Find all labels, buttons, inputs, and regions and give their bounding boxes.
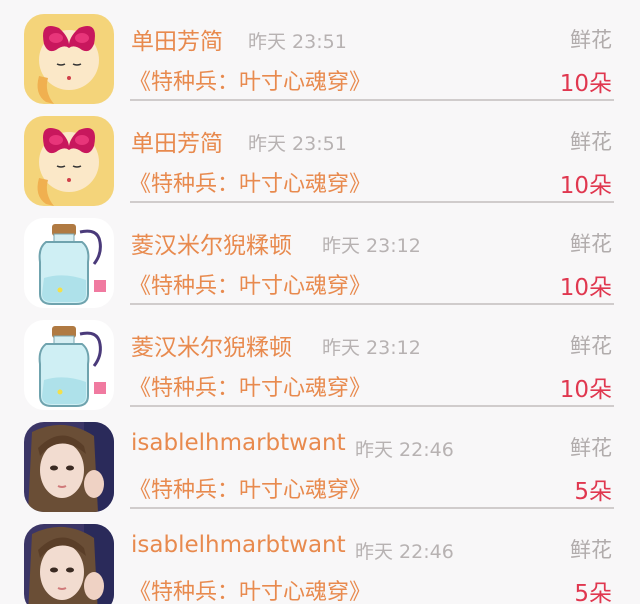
sender-name[interactable]: 菱汉米尔猊糅顿 [131, 226, 292, 260]
gift-type-label: 鲜花 [570, 232, 612, 256]
photo-girl-avatar[interactable] [24, 422, 114, 512]
gift-type-label: 鲜花 [570, 538, 612, 562]
row-divider [130, 201, 614, 203]
sender-name[interactable]: 单田芳简 [131, 124, 223, 158]
gift-record-row[interactable]: 菱汉米尔猊糅顿 昨天 23:12 鲜花 《特种兵：叶寸心魂穿》 10朵 [0, 204, 640, 308]
glass-bottle-avatar[interactable] [24, 218, 114, 308]
book-title[interactable]: 《特种兵：叶寸心魂穿》 [129, 166, 371, 198]
row-divider [130, 99, 614, 101]
gift-type-label: 鲜花 [570, 130, 612, 154]
gift-count: 10朵 [559, 173, 612, 199]
cartoon-girl-avatar[interactable] [24, 14, 114, 104]
gift-count: 10朵 [559, 377, 612, 403]
book-title[interactable]: 《特种兵：叶寸心魂穿》 [129, 370, 371, 402]
gift-count: 5朵 [574, 581, 612, 604]
send-time: 昨天 23:51 [248, 31, 347, 53]
gift-record-row[interactable]: 菱汉米尔猊糅顿 昨天 23:12 鲜花 《特种兵：叶寸心魂穿》 10朵 [0, 306, 640, 410]
gift-record-row[interactable]: isablelhmarbtwant 昨天 22:46 鲜花 《特种兵：叶寸心魂穿… [0, 510, 640, 604]
glass-bottle-avatar[interactable] [24, 320, 114, 410]
book-title[interactable]: 《特种兵：叶寸心魂穿》 [129, 268, 371, 300]
cartoon-girl-avatar[interactable] [24, 116, 114, 206]
sender-name[interactable]: 单田芳简 [131, 22, 223, 56]
send-time: 昨天 23:12 [322, 235, 421, 257]
gift-record-row[interactable]: 单田芳简 昨天 23:51 鲜花 《特种兵：叶寸心魂穿》 10朵 [0, 102, 640, 206]
send-time: 昨天 22:46 [355, 541, 454, 563]
gift-count: 10朵 [559, 71, 612, 97]
book-title[interactable]: 《特种兵：叶寸心魂穿》 [129, 64, 371, 96]
gift-count: 5朵 [574, 479, 612, 505]
row-divider [130, 405, 614, 407]
row-divider [130, 507, 614, 509]
send-time: 昨天 23:51 [248, 133, 347, 155]
gift-type-label: 鲜花 [570, 436, 612, 460]
gift-record-row[interactable]: 单田芳简 昨天 23:51 鲜花 《特种兵：叶寸心魂穿》 10朵 [0, 0, 640, 104]
book-title[interactable]: 《特种兵：叶寸心魂穿》 [129, 574, 371, 604]
sender-name[interactable]: 菱汉米尔猊糅顿 [131, 328, 292, 362]
send-time: 昨天 23:12 [322, 337, 421, 359]
sender-name[interactable]: isablelhmarbtwant [131, 430, 346, 456]
gift-count: 10朵 [559, 275, 612, 301]
row-divider [130, 303, 614, 305]
photo-girl-avatar[interactable] [24, 524, 114, 604]
gift-type-label: 鲜花 [570, 28, 612, 52]
gift-record-row[interactable]: isablelhmarbtwant 昨天 22:46 鲜花 《特种兵：叶寸心魂穿… [0, 408, 640, 512]
sender-name[interactable]: isablelhmarbtwant [131, 532, 346, 558]
gift-type-label: 鲜花 [570, 334, 612, 358]
gift-record-list: 单田芳简 昨天 23:51 鲜花 《特种兵：叶寸心魂穿》 10朵 单田芳简 昨天… [0, 0, 640, 604]
book-title[interactable]: 《特种兵：叶寸心魂穿》 [129, 472, 371, 504]
send-time: 昨天 22:46 [355, 439, 454, 461]
